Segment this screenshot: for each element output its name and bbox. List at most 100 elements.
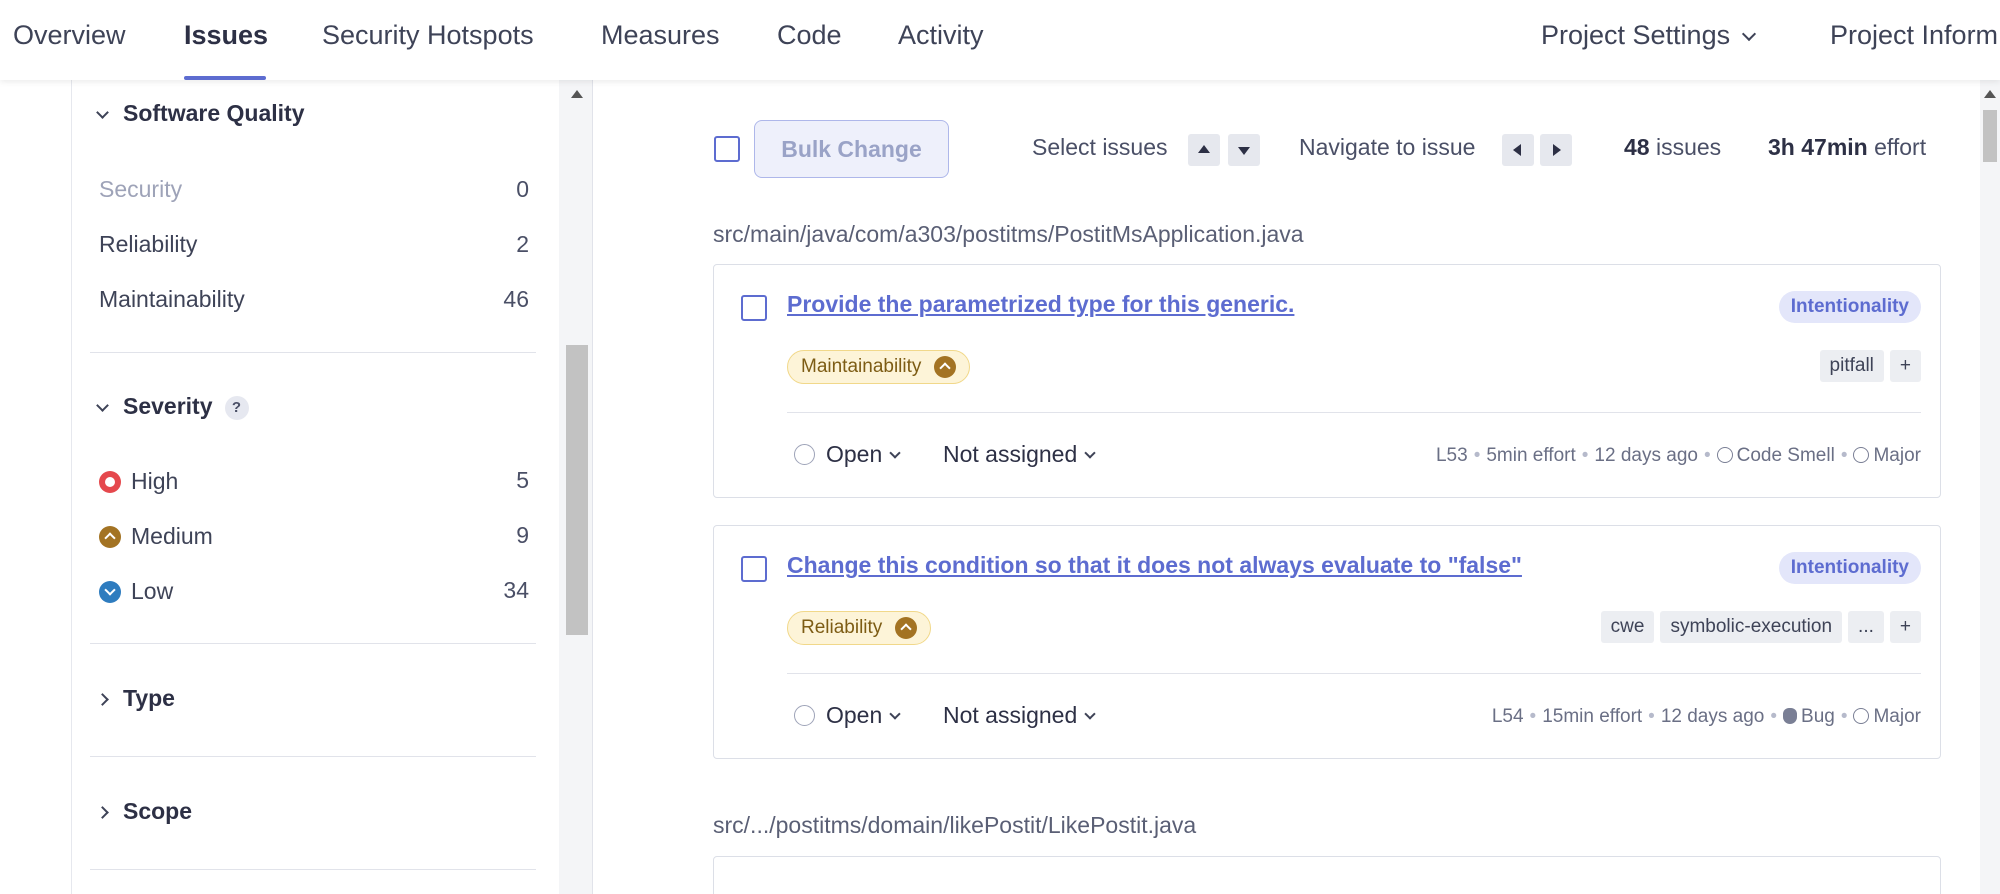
navigate-to-issue-label: Navigate to issue — [1299, 134, 1476, 160]
software-quality-label: Reliability — [801, 617, 883, 638]
facet-software-quality-header[interactable]: Software Quality — [96, 100, 305, 127]
assignee-label: Not assigned — [943, 441, 1078, 467]
issue-type: Bug — [1801, 706, 1835, 727]
clean-code-attribute-badge[interactable]: Intentionality — [1778, 552, 1921, 584]
facet-scope-header[interactable]: Scope — [96, 798, 193, 825]
arrow-up-key-icon — [1188, 134, 1220, 166]
facet-severity-header[interactable]: Severity? — [96, 393, 249, 422]
issue-effort: 15min effort — [1542, 706, 1643, 727]
total-effort: 3h 47min effort — [1768, 134, 1926, 161]
tab-overview[interactable]: Overview — [13, 20, 126, 51]
facet-item-count: 5 — [516, 467, 529, 493]
status-dropdown[interactable]: Open — [794, 441, 901, 468]
sidebar-scrollbar[interactable] — [559, 80, 593, 894]
tag[interactable]: cwe — [1600, 611, 1655, 643]
status-label: Open — [826, 702, 883, 728]
severity-high-icon — [99, 471, 121, 493]
chevron-down-icon — [96, 106, 109, 119]
issue-card-partial[interactable] — [713, 856, 1941, 894]
facet-item-label: Security — [99, 176, 183, 202]
issue-effort: 5min effort — [1486, 445, 1576, 466]
facet-title: Scope — [123, 798, 193, 824]
tag[interactable]: pitfall — [1819, 350, 1884, 382]
tab-issues[interactable]: Issues — [184, 20, 268, 51]
facet-divider — [90, 352, 536, 353]
severity-medium-icon — [895, 617, 918, 639]
status-open-icon — [794, 444, 815, 465]
scrollbar-thumb[interactable] — [566, 345, 588, 635]
facet-title: Severity — [123, 393, 213, 419]
chevron-down-icon — [96, 399, 109, 412]
more-tags-button[interactable]: ... — [1848, 611, 1884, 643]
tags-list: cwe symbolic-execution ... + — [1600, 611, 1921, 643]
tab-activity[interactable]: Activity — [898, 20, 984, 51]
main-scrollbar[interactable] — [1980, 80, 2000, 894]
card-divider — [787, 673, 1921, 674]
scroll-up-arrow-icon[interactable] — [571, 90, 583, 98]
tag[interactable]: symbolic-execution — [1660, 611, 1843, 643]
status-dropdown[interactable]: Open — [794, 702, 901, 729]
issue-card[interactable]: Provide the parametrized type for this g… — [713, 264, 1941, 498]
chevron-right-icon — [96, 806, 109, 819]
chevron-down-icon — [1742, 26, 1757, 42]
assignee-dropdown[interactable]: Not assigned — [943, 441, 1096, 468]
issue-severity: Major — [1873, 706, 1921, 727]
software-quality-label: Maintainability — [801, 356, 922, 377]
facet-title: Type — [123, 685, 175, 711]
tab-code[interactable]: Code — [777, 20, 842, 51]
severity-medium-icon — [99, 526, 121, 548]
assignee-label: Not assigned — [943, 702, 1078, 728]
project-navigation: Overview Issues Security Hotspots Measur… — [0, 0, 2000, 80]
issue-type: Code Smell — [1736, 445, 1835, 466]
select-all-checkbox[interactable] — [714, 136, 740, 162]
issue-title-link[interactable]: Provide the parametrized type for this g… — [787, 291, 1294, 318]
chevron-down-icon — [1084, 447, 1096, 459]
issue-line[interactable]: L53 — [1436, 445, 1468, 466]
facet-item-label-wrap: High — [99, 467, 178, 495]
software-quality-pill[interactable]: Reliability — [787, 611, 932, 645]
issue-checkbox[interactable] — [741, 556, 767, 582]
issue-meta: L53 • 5min effort • 12 days ago • Code Smell • M… — [1435, 445, 1921, 466]
add-tag-button[interactable]: + — [1889, 350, 1921, 382]
issues-count-label: issues — [1655, 134, 1722, 160]
facet-type-header[interactable]: Type — [96, 685, 175, 712]
issue-title-link[interactable]: Change this condition so that it does no… — [787, 552, 1522, 579]
assignee-dropdown[interactable]: Not assigned — [943, 702, 1096, 729]
active-tab-indicator — [184, 76, 266, 80]
help-icon[interactable]: ? — [224, 396, 249, 420]
chevron-down-icon — [889, 447, 901, 459]
issue-meta: L54 • 15min effort • 12 days ago • Bug • Major — [1491, 706, 1921, 727]
issue-checkbox[interactable] — [741, 295, 767, 321]
project-information-link[interactable]: Project Inform — [1830, 20, 1998, 51]
facet-title: Software Quality — [123, 100, 305, 126]
tab-security-hotspots[interactable]: Security Hotspots — [322, 20, 534, 51]
facet-divider — [90, 643, 536, 644]
facet-divider — [90, 869, 536, 870]
facet-item-label: Medium — [131, 523, 213, 549]
project-settings-menu[interactable]: Project Settings — [1541, 20, 1757, 51]
severity-low-icon — [99, 581, 121, 603]
bulk-change-button[interactable]: Bulk Change — [754, 120, 949, 178]
issue-line[interactable]: L54 — [1492, 706, 1524, 727]
project-settings-label: Project Settings — [1541, 20, 1731, 50]
tab-measures[interactable]: Measures — [601, 20, 720, 51]
file-path: src/.../postitms/domain/likePostit/LikeP… — [713, 812, 1197, 838]
facet-item-label-wrap: Medium — [99, 522, 213, 550]
facet-item-label: High — [131, 468, 179, 494]
add-tag-button[interactable]: + — [1889, 611, 1921, 643]
scrollbar-thumb[interactable] — [1983, 110, 1997, 162]
facet-item-label: Low — [131, 578, 174, 604]
software-quality-pill[interactable]: Maintainability — [787, 350, 971, 384]
facet-item-count: 9 — [516, 522, 529, 548]
file-path: src/main/java/com/a303/postitms/PostitMs… — [713, 221, 1304, 247]
issue-card[interactable]: Change this condition so that it does no… — [713, 525, 1941, 759]
scroll-up-arrow-icon[interactable] — [1984, 90, 1996, 98]
issues-count-value: 48 — [1624, 134, 1650, 160]
severity-major-icon — [1853, 708, 1870, 724]
select-issues-label: Select issues — [1032, 134, 1168, 160]
issue-severity: Major — [1873, 445, 1921, 466]
facet-item-label: Maintainability — [99, 286, 245, 312]
facet-item-count: 2 — [516, 231, 529, 257]
facet-divider — [90, 756, 536, 757]
clean-code-attribute-badge[interactable]: Intentionality — [1778, 291, 1921, 323]
